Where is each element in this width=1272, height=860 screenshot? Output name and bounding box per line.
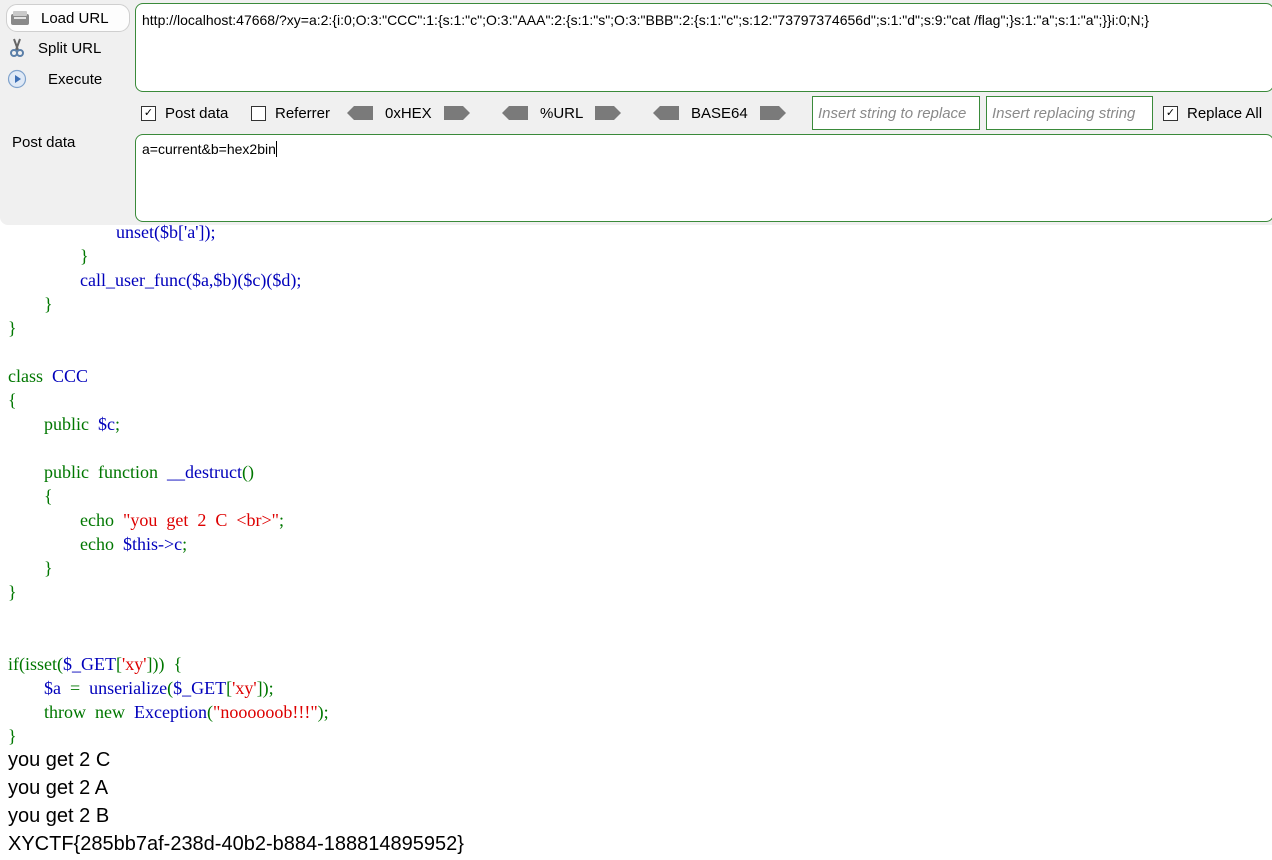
execute-button[interactable]: Execute (6, 66, 102, 92)
code-xy-string: 'xy' (232, 678, 257, 698)
code-class-name: CCC (52, 366, 89, 386)
base64-label: BASE64 (691, 104, 748, 122)
scissors-icon (6, 37, 28, 59)
hex-encode-arrow-icon[interactable] (443, 105, 470, 121)
code-echo-string: "you get 2 C <br>" (122, 510, 279, 530)
url-value: http://localhost:47668/?xy=a:2:{i:0;O:3:… (142, 12, 1150, 28)
code-line-unset: unset($b['a']); (116, 222, 216, 242)
url-encoder: %URL (502, 102, 622, 124)
code-get-var: $_GET (173, 678, 227, 698)
replacing-string-input[interactable]: Insert replacing string (986, 96, 1153, 130)
play-icon (6, 68, 28, 90)
hackbar-panel: Load URL Split URL Execute http://localh… (0, 0, 1272, 225)
base64-encoder: BASE64 (653, 102, 786, 124)
flag-output-line: XYCTF{285bb7af-238d-40b2-b884-1888148959… (8, 833, 464, 855)
post-data-textarea[interactable]: a=current&b=hex2bin (135, 134, 1272, 222)
code-property-c: $c (98, 414, 115, 434)
url-textarea[interactable]: http://localhost:47668/?xy=a:2:{i:0;O:3:… (135, 3, 1272, 92)
replace-all-check-box[interactable]: ✓ (1163, 105, 1178, 121)
url-decode-arrow-icon[interactable] (502, 105, 528, 121)
code-xy-string: 'xy' (121, 654, 147, 674)
base64-decode-arrow-icon[interactable] (653, 105, 679, 121)
load-url-label: Load URL (41, 9, 109, 27)
replace-all-label: Replace All (1187, 104, 1263, 122)
code-destruct-method: __destruct (167, 462, 242, 482)
referrer-checkbox[interactable]: Referrer (251, 103, 330, 123)
base64-encode-arrow-icon[interactable] (759, 105, 786, 121)
code-class-keyword: class (8, 366, 43, 386)
code-exception-class: Exception (134, 702, 207, 722)
post-data-check-box[interactable]: ✓ (141, 105, 156, 121)
code-throw-keyword: throw (44, 702, 86, 722)
load-url-icon (9, 7, 31, 29)
url-encode-arrow-icon[interactable] (595, 105, 622, 121)
code-echo-keyword: echo (80, 534, 114, 554)
post-data-label: Post data (12, 134, 76, 151)
execute-label: Execute (48, 70, 103, 88)
output-line: you get 2 C (8, 749, 111, 771)
replace-all-checkbox[interactable]: ✓ Replace All (1163, 103, 1262, 123)
replace-string-placeholder: Insert string to replace (818, 104, 967, 122)
post-data-checkbox[interactable]: ✓ Post data (141, 103, 228, 123)
replacing-string-placeholder: Insert replacing string (992, 104, 1136, 122)
load-url-button[interactable]: Load URL (6, 4, 130, 32)
page-output: you get 2 C you get 2 A you get 2 B XYCT… (8, 746, 464, 858)
hex-label: 0xHEX (385, 104, 432, 122)
code-new-keyword: new (95, 702, 125, 722)
split-url-button[interactable]: Split URL (6, 35, 101, 61)
hex-encoder: 0xHEX (347, 102, 470, 124)
split-url-label: Split URL (38, 39, 102, 57)
code-this-c: $this->c (122, 534, 183, 554)
hex-decode-arrow-icon[interactable] (347, 105, 373, 121)
text-caret (275, 141, 277, 157)
url-encode-label: %URL (540, 104, 584, 122)
code-if-isset: if(isset( (8, 654, 63, 674)
code-function-keyword: function (98, 462, 158, 482)
code-noob-string: "noooooob!!!" (212, 702, 318, 722)
replace-string-input[interactable]: Insert string to replace (812, 96, 980, 130)
code-echo-keyword: echo (80, 510, 114, 530)
php-source-code: unset($b['a']); } call_user_func($a,$b)(… (8, 222, 329, 746)
code-line-call-user-func: call_user_func($a,$b)($c)($d); (80, 270, 302, 290)
code-a-var: $a (44, 678, 61, 698)
referrer-check-box[interactable] (251, 105, 266, 121)
code-get-var: $_GET (62, 654, 116, 674)
post-data-value: a=current&b=hex2bin (142, 141, 276, 157)
referrer-checkbox-label: Referrer (275, 104, 331, 122)
code-unserialize: unserialize (89, 678, 168, 698)
code-public-keyword: public (44, 462, 89, 482)
code-public-keyword: public (44, 414, 89, 434)
output-line: you get 2 A (8, 777, 109, 799)
output-line: you get 2 B (8, 805, 110, 827)
post-data-checkbox-label: Post data (165, 104, 229, 122)
